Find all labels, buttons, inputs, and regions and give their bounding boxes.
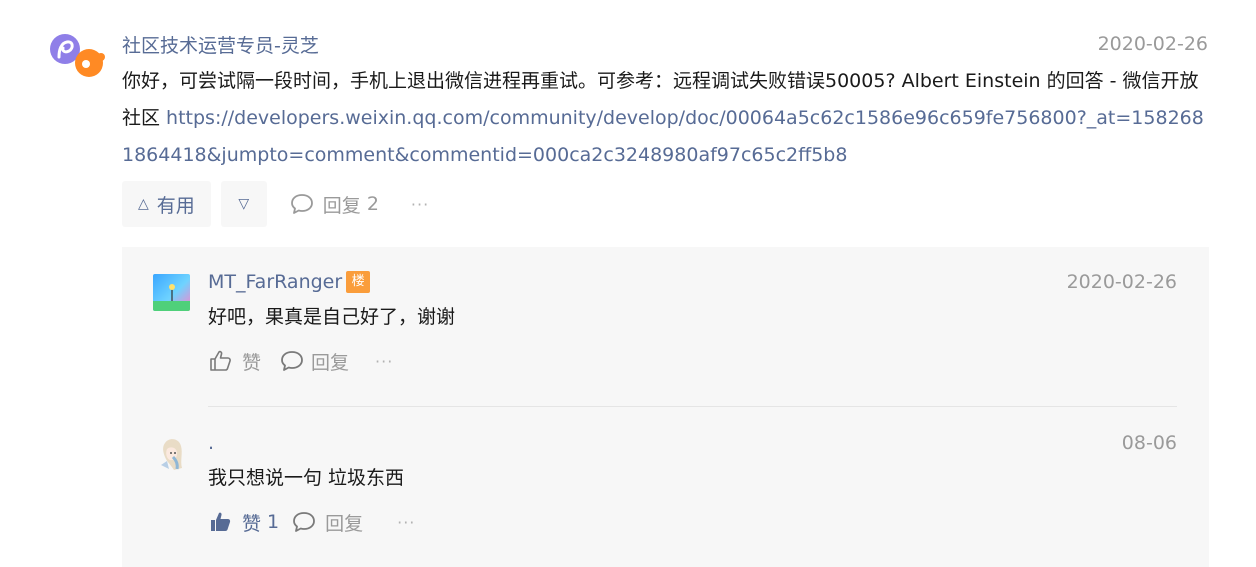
anime-avatar-icon: [153, 435, 190, 472]
reply-date: 2020-02-26: [1066, 271, 1177, 293]
comment-body: 你好，可尝试隔一段时间，手机上退出微信进程再重试。可参考：远程调试失败错误500…: [122, 63, 1212, 174]
comment-actions: △ 有用 ▽ 回复 2 ···: [122, 181, 429, 227]
comment-link[interactable]: https://developers.weixin.qq.com/communi…: [122, 107, 1204, 166]
landscape-avatar-icon: [153, 274, 190, 311]
reply-label: 回复: [322, 194, 361, 217]
reply-button[interactable]: 回复: [279, 348, 349, 375]
like-button[interactable]: 赞: [208, 348, 267, 375]
reply-actions: 赞 1 回复 ···: [208, 507, 415, 537]
comment-bubble-icon: [281, 351, 303, 371]
weixin-community-logo-icon: [50, 34, 105, 77]
not-useful-button[interactable]: ▽: [220, 181, 267, 227]
thumbs-up-outline-icon: [210, 350, 231, 371]
reply-label: 回复: [311, 351, 350, 374]
author-avatar[interactable]: [48, 32, 106, 84]
like-button[interactable]: 赞 1: [208, 509, 279, 536]
reply-avatar[interactable]: [153, 435, 190, 472]
more-options-button[interactable]: ···: [397, 513, 415, 532]
comment-bubble-icon: [290, 194, 313, 214]
reply-label: 回复: [325, 512, 364, 535]
comment-bubble-icon: [293, 512, 316, 532]
reply-count: 2: [366, 193, 379, 215]
reply-author-name: MT_FarRanger: [208, 271, 343, 293]
reply-author-name: .: [208, 432, 215, 454]
reply-author[interactable]: MT_FarRanger 楼: [208, 271, 371, 293]
triangle-up-icon: △: [138, 196, 149, 212]
useful-label: 有用: [156, 194, 195, 217]
reply-divider: [208, 406, 1177, 407]
thumbs-up-filled-icon: [211, 512, 231, 531]
triangle-down-icon: ▽: [238, 196, 250, 212]
useful-button[interactable]: △ 有用: [122, 181, 211, 227]
replies-panel: MT_FarRanger 楼 2020-02-26 好吧，果真是自己好了，谢谢 …: [122, 247, 1209, 567]
comment-date: 2020-02-26: [1097, 33, 1208, 55]
like-label: 赞: [242, 512, 262, 535]
more-options-button[interactable]: ···: [375, 352, 393, 371]
comment-author-link[interactable]: 社区技术运营专员-灵芝: [122, 31, 319, 58]
floor-owner-badge: 楼: [346, 271, 371, 293]
reply-button[interactable]: 回复: [291, 509, 363, 536]
like-count: 1: [267, 511, 280, 533]
reply-actions: 赞 回复 ···: [208, 346, 393, 376]
reply-date: 08-06: [1121, 432, 1177, 454]
reply-avatar[interactable]: [153, 274, 190, 311]
reply-button[interactable]: 回复 2: [289, 191, 379, 218]
more-options-button[interactable]: ···: [411, 195, 429, 214]
like-label: 赞: [242, 351, 262, 374]
reply-text: 好吧，果真是自己好了，谢谢: [208, 306, 456, 328]
reply-author[interactable]: .: [208, 432, 214, 454]
reply-text: 我只想说一句 垃圾东西: [208, 467, 405, 489]
